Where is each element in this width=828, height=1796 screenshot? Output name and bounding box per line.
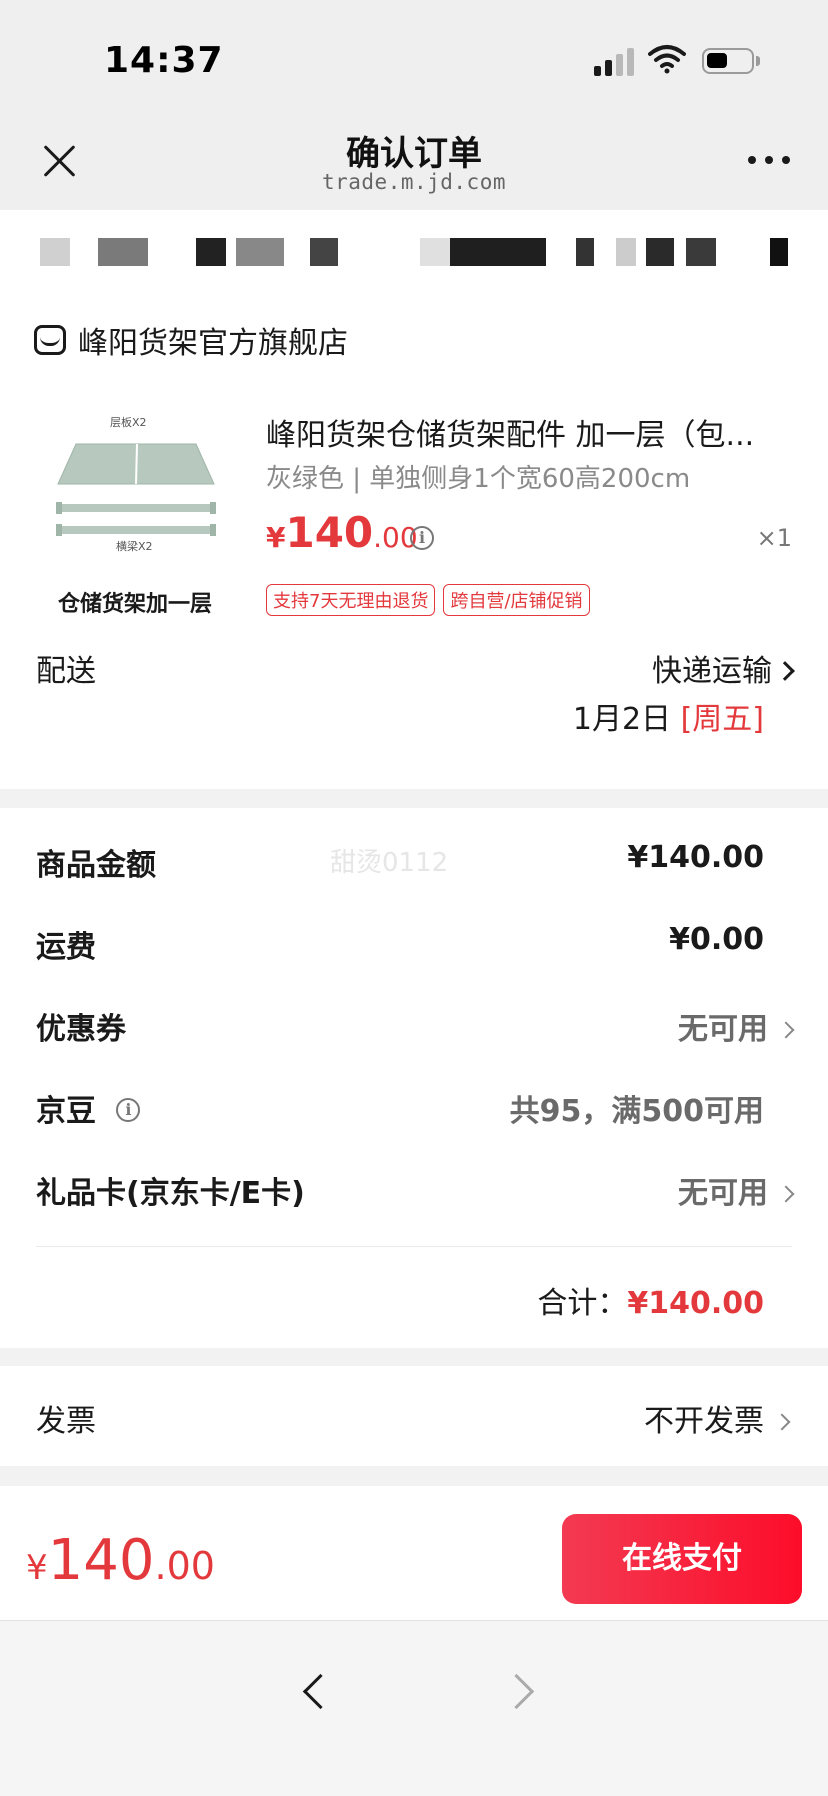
total-value: ¥140.00 xyxy=(627,1286,764,1321)
pay-price-decimal: .00 xyxy=(154,1544,215,1588)
wifi-icon xyxy=(648,45,686,74)
battery-icon xyxy=(702,48,754,74)
delivery-date[interactable]: 1月2日 [周五] xyxy=(573,694,764,738)
pay-price-integer: 140 xyxy=(47,1528,155,1593)
chevron-right-icon xyxy=(773,1413,791,1431)
jd-beans-label-text: 京豆 xyxy=(36,1094,96,1129)
shipping-label: 运费 xyxy=(36,930,96,965)
back-icon[interactable] xyxy=(296,1671,336,1711)
more-icon[interactable] xyxy=(748,156,792,166)
chevron-right-icon xyxy=(777,1185,795,1203)
status-time: 14:37 xyxy=(104,40,224,81)
delivery-method-label: 快递运输 xyxy=(652,654,772,689)
coupon-label: 优惠券 xyxy=(36,1012,126,1047)
gift-card-value: 无可用 xyxy=(678,1176,768,1211)
chevron-right-icon xyxy=(775,661,795,681)
info-icon[interactable]: i xyxy=(410,526,434,550)
pay-bar: ¥ 140 .00 在线支付 xyxy=(0,1486,828,1620)
signal-icon xyxy=(594,46,636,76)
chevron-right-icon xyxy=(777,1021,795,1039)
shop-header[interactable]: 峰阳货架官方旗舰店 xyxy=(34,320,348,361)
goods-amount-value: ¥140.00 xyxy=(627,840,764,875)
price-summary-card: 甜烫0112 商品金额 ¥140.00 运费 ¥0.00 优惠券 无可用 京豆 … xyxy=(0,808,828,1348)
gift-card-value-wrap: 无可用 xyxy=(678,1168,795,1212)
coupon-value-wrap: 无可用 xyxy=(678,1004,795,1048)
divider xyxy=(36,1246,792,1247)
summary-row-shipping: 运费 ¥0.00 xyxy=(36,922,792,972)
address-card[interactable] xyxy=(0,210,828,292)
shop-icon xyxy=(34,325,66,355)
total-label: 合计： xyxy=(537,1286,628,1321)
summary-row-goods-amount: 商品金额 ¥140.00 xyxy=(36,840,792,890)
page-title: 确认订单 xyxy=(346,134,482,174)
info-icon[interactable]: i xyxy=(116,1097,141,1122)
invoice-row[interactable]: 发票 不开发票 xyxy=(0,1366,828,1466)
delivery-weekday: [周五] xyxy=(680,702,764,737)
nav-bar: 确认订单 trade.m.jd.com xyxy=(0,110,828,210)
jd-beans-label: 京豆 i xyxy=(36,1086,141,1130)
delivery-label: 配送 xyxy=(36,654,96,689)
image-label-bottom: 横梁X2 xyxy=(116,540,153,553)
product-tags: 支持7天无理由退货 跨自营/店铺促销 xyxy=(266,584,590,616)
product-quantity: ×1 xyxy=(756,524,792,552)
product-image[interactable]: 层板X2 横梁X2 仓储货架加一层 xyxy=(40,406,230,617)
shop-card: 峰阳货架官方旗舰店 层板X2 横梁X2 仓储货架加一层 峰阳货架仓储货架配件 加… xyxy=(0,292,828,789)
invoice-value: 不开发票 xyxy=(644,1404,764,1439)
gift-card-label: 礼品卡(京东卡/E卡) xyxy=(36,1176,305,1211)
coupon-value: 无可用 xyxy=(678,1012,768,1047)
status-bar: 14:37 xyxy=(0,0,828,110)
price-integer: 140 xyxy=(285,508,374,557)
invoice-value-wrap: 不开发票 xyxy=(644,1396,791,1440)
summary-row-coupon[interactable]: 优惠券 无可用 xyxy=(36,1004,795,1054)
summary-total: 合计：¥140.00 xyxy=(537,1278,764,1322)
goods-amount-label: 商品金额 xyxy=(36,848,156,883)
battery-tip xyxy=(756,56,760,66)
shipping-value: ¥0.00 xyxy=(669,922,764,957)
product-price: ¥ 140 .00 xyxy=(266,508,418,558)
image-label-top: 层板X2 xyxy=(110,416,147,429)
product-spec[interactable]: 灰绿色 | 单独侧身1个宽60高200cm xyxy=(266,458,690,495)
tag-promotion: 跨自营/店铺促销 xyxy=(443,584,590,616)
jd-beans-value: 共95，满500可用 xyxy=(509,1094,764,1129)
shelf-illustration xyxy=(56,443,216,536)
shop-name: 峰阳货架官方旗舰店 xyxy=(78,326,348,361)
summary-row-jd-beans: 京豆 i 共95，满500可用 xyxy=(36,1086,792,1136)
pay-price-symbol: ¥ xyxy=(26,1548,48,1588)
price-symbol: ¥ xyxy=(266,521,286,554)
browser-toolbar xyxy=(0,1620,828,1796)
pay-online-button[interactable]: 在线支付 xyxy=(562,1514,802,1604)
forward-icon[interactable] xyxy=(502,1671,542,1711)
tag-return-policy: 支持7天无理由退货 xyxy=(266,584,436,616)
delivery-method[interactable]: 快递运输 xyxy=(652,646,795,690)
pay-total: ¥ 140 .00 xyxy=(26,1528,215,1593)
delivery-date-text: 1月2日 xyxy=(572,702,681,737)
image-caption: 仓储货架加一层 xyxy=(57,592,212,617)
page-url: trade.m.jd.com xyxy=(321,170,506,194)
product-title[interactable]: 峰阳货架仓储货架配件 加一层（包... xyxy=(266,410,786,454)
invoice-label: 发票 xyxy=(36,1404,96,1439)
summary-row-gift-card[interactable]: 礼品卡(京东卡/E卡) 无可用 xyxy=(36,1168,795,1218)
